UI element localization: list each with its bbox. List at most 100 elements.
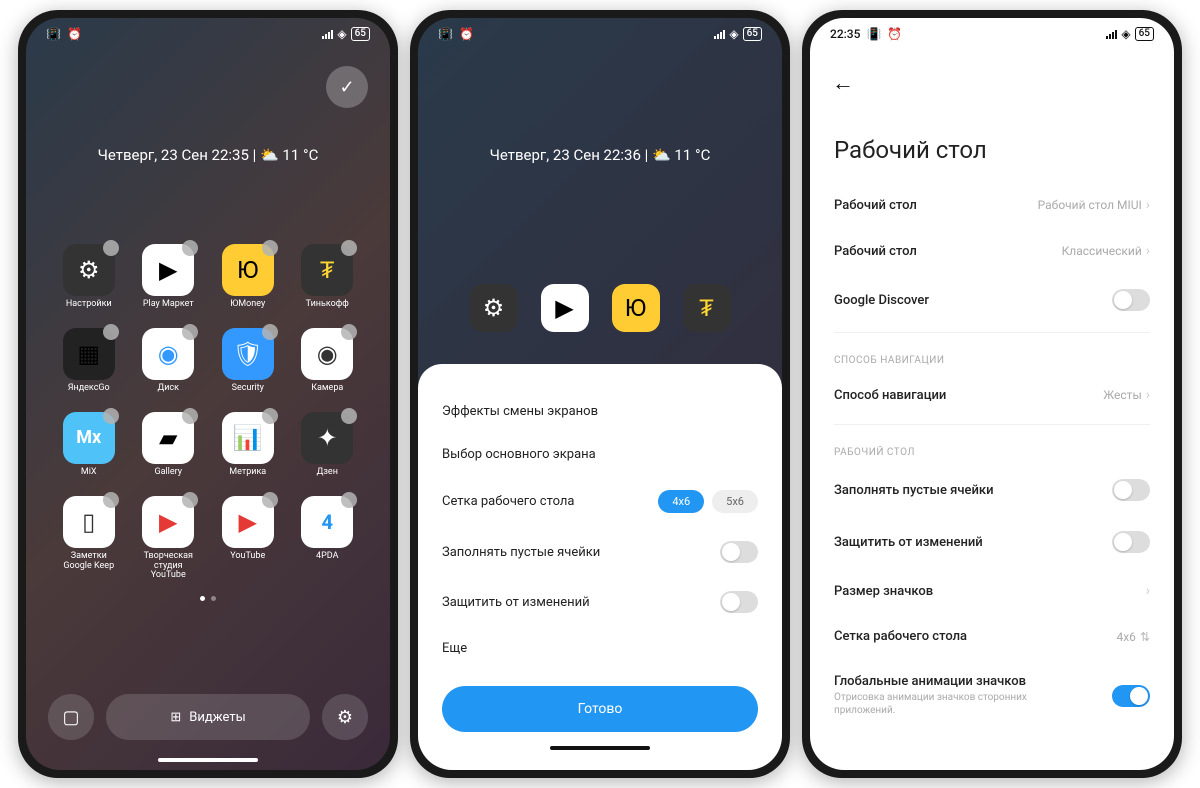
row-default-screen[interactable]: Выбор основного экрана xyxy=(442,433,758,476)
app-icon[interactable]: 🛡Security xyxy=(213,328,283,394)
alarm-icon: ⏰ xyxy=(887,27,902,41)
app-icon[interactable]: ▶Play Маркет xyxy=(134,244,204,310)
app-glyph: ◉ xyxy=(142,328,194,380)
remove-badge[interactable] xyxy=(341,324,357,340)
weather-widget[interactable]: Четверг, 23 Сен 22:36 | ⛅ 11 °C xyxy=(418,146,782,164)
app-icon[interactable]: ▰Gallery xyxy=(134,412,204,478)
app-glyph[interactable]: ⚙ xyxy=(470,284,518,332)
row-mode[interactable]: Рабочий стол Классический› xyxy=(834,228,1150,274)
alarm-icon: ⏰ xyxy=(459,27,474,41)
remove-badge[interactable] xyxy=(182,492,198,508)
app-glyph: 4 xyxy=(301,496,353,548)
toggle-animations[interactable] xyxy=(1112,685,1150,707)
vibrate-icon: 📳 xyxy=(46,27,61,41)
app-icon[interactable]: ✦Дзен xyxy=(293,412,363,478)
widgets-button[interactable]: ⊞ Виджеты xyxy=(106,694,310,740)
confirm-button[interactable]: ✓ xyxy=(326,66,368,108)
app-glyph: 📊 xyxy=(222,412,274,464)
app-icon[interactable]: 44PDA xyxy=(293,496,363,582)
row-global-animations: Глобальные анимации значков Отрисовка ан… xyxy=(834,659,1150,732)
remove-badge[interactable] xyxy=(262,240,278,256)
app-icon[interactable]: ₮ Тинькофф xyxy=(293,244,363,310)
chevron-right-icon: › xyxy=(1146,197,1150,213)
row-transition-effects[interactable]: Эффекты смены экранов xyxy=(442,390,758,433)
row-more[interactable]: Еще xyxy=(442,627,758,670)
app-icon[interactable]: ▶YouTube xyxy=(213,496,283,582)
app-strip: ⚙ ▶ Ю ₮ xyxy=(418,284,782,332)
remove-badge[interactable] xyxy=(182,324,198,340)
remove-badge[interactable] xyxy=(262,492,278,508)
row-fill-empty: Заполнять пустые ячейки xyxy=(442,527,758,577)
row-grid-size[interactable]: Сетка рабочего стола 4x6 ⇅ xyxy=(834,614,1150,659)
app-glyph[interactable]: ▶ xyxy=(541,284,589,332)
wifi-icon: ◈ xyxy=(1121,27,1130,41)
app-icon[interactable]: 📊 Метрика xyxy=(213,412,283,478)
toggle-lock[interactable] xyxy=(720,591,758,613)
app-icon[interactable]: ◉ Диск xyxy=(134,328,204,394)
row-launcher[interactable]: Рабочий стол Рабочий стол MIUI› xyxy=(834,182,1150,228)
remove-badge[interactable] xyxy=(262,408,278,424)
chevron-right-icon: › xyxy=(1146,243,1150,259)
chevron-right-icon: › xyxy=(1146,583,1150,599)
row-fill-empty: Заполнять пустые ячейки xyxy=(834,464,1150,516)
battery-icon: 65 xyxy=(743,27,762,41)
app-glyph: Mx xyxy=(63,412,115,464)
label: Защитить от изменений xyxy=(834,535,983,550)
check-icon: ✓ xyxy=(339,77,354,98)
toggle-fill-empty[interactable] xyxy=(1112,479,1150,501)
remove-badge[interactable] xyxy=(341,492,357,508)
label: Заполнять пустые ячейки xyxy=(442,545,600,560)
label: Размер значков xyxy=(834,584,933,599)
vibrate-icon: 📳 xyxy=(866,27,881,41)
remove-badge[interactable] xyxy=(182,240,198,256)
phone-home-settings: 22:35 📳 ⏰ ◈ 65 ← Рабочий стол Рабочий ст… xyxy=(802,10,1182,778)
app-icon[interactable]: MxMiX xyxy=(54,412,124,478)
remove-badge[interactable] xyxy=(103,324,119,340)
app-icon[interactable]: ◉Камера xyxy=(293,328,363,394)
done-button[interactable]: Готово xyxy=(442,686,758,732)
wifi-icon: ◈ xyxy=(337,27,346,41)
weather-widget[interactable]: Четверг, 23 Сен 22:35 | ⛅ 11 °C xyxy=(26,146,390,164)
toggle-fill-empty[interactable] xyxy=(720,541,758,563)
row-navigation[interactable]: Способ навигации Жесты› xyxy=(834,372,1150,418)
home-indicator[interactable] xyxy=(158,758,258,762)
app-label: Тинькофф xyxy=(306,300,349,310)
remove-badge[interactable] xyxy=(103,240,119,256)
row-grid: Сетка рабочего стола 4x6 5x6 xyxy=(442,476,758,527)
page-indicator xyxy=(26,593,390,604)
remove-badge[interactable] xyxy=(341,240,357,256)
remove-badge[interactable] xyxy=(262,324,278,340)
status-time: 22:35 xyxy=(830,27,860,41)
app-label: Диск xyxy=(157,384,179,394)
settings-button[interactable]: ⚙ xyxy=(322,694,368,740)
toggle-lock[interactable] xyxy=(1112,531,1150,553)
app-icon[interactable]: ▯Заметки Google Keep xyxy=(54,496,124,582)
app-label: ЯндексGo xyxy=(68,384,110,394)
app-label: Метрика xyxy=(229,468,266,478)
remove-badge[interactable] xyxy=(182,408,198,424)
vibrate-icon: 📳 xyxy=(438,27,453,41)
app-glyph: ₮ xyxy=(301,244,353,296)
wallpaper-button[interactable]: ▢ xyxy=(48,694,94,740)
grid-option-5x6[interactable]: 5x6 xyxy=(712,490,758,513)
app-glyph[interactable]: Ю xyxy=(612,284,660,332)
remove-badge[interactable] xyxy=(103,408,119,424)
app-icon[interactable]: ЮЮMoney xyxy=(213,244,283,310)
home-indicator[interactable] xyxy=(550,746,650,750)
app-label: Заметки Google Keep xyxy=(57,552,121,572)
row-google-discover: Google Discover xyxy=(834,274,1150,326)
back-button[interactable]: ← xyxy=(832,70,854,96)
remove-badge[interactable] xyxy=(341,408,357,424)
row-icon-size[interactable]: Размер значков › xyxy=(834,568,1150,614)
app-glyph[interactable]: ₮ xyxy=(683,284,731,332)
app-icon[interactable]: ▦ЯндексGo xyxy=(54,328,124,394)
grid-option-4x6[interactable]: 4x6 xyxy=(658,490,704,513)
bottom-toolbar: ▢ ⊞ Виджеты ⚙ xyxy=(48,694,368,740)
statusbar: 📳 ⏰ ◈ 65 xyxy=(418,18,782,46)
toggle-discover[interactable] xyxy=(1112,289,1150,311)
app-icon[interactable]: ▶Творческая студия YouTube xyxy=(134,496,204,582)
remove-badge[interactable] xyxy=(103,492,119,508)
app-label: Настройки xyxy=(66,300,112,310)
app-icon[interactable]: ⚙Настройки xyxy=(54,244,124,310)
app-label: Камера xyxy=(311,384,343,394)
